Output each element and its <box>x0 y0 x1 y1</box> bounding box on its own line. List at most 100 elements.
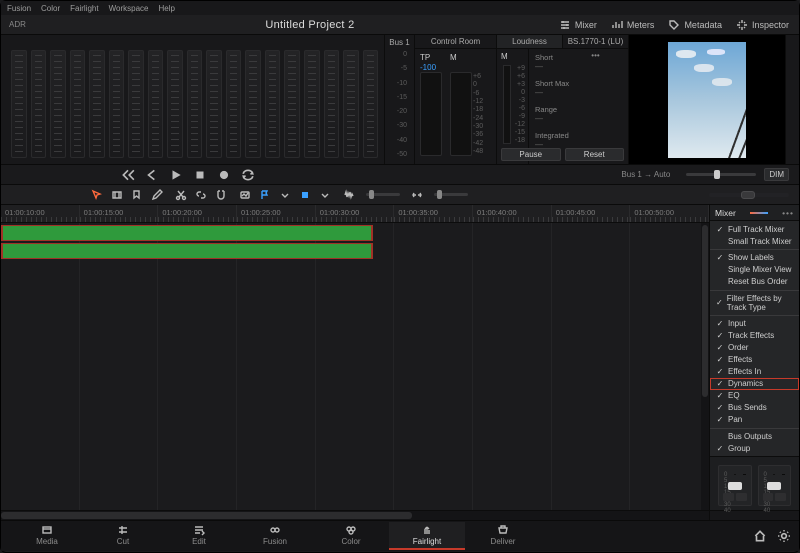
mixer-menu-track-effects[interactable]: ✓Track Effects <box>710 330 799 342</box>
loudness-standard[interactable]: BS.1770-1 (LU) ••• <box>563 35 628 48</box>
timeline-h-scrollbar[interactable] <box>1 510 709 520</box>
mixer-menu-pan[interactable]: ✓Pan <box>710 414 799 426</box>
mixer-menu-eq[interactable]: ✓EQ <box>710 390 799 402</box>
timeline[interactable]: 01:00:10:0001:00:15:0001:00:20:0001:00:2… <box>1 205 709 520</box>
stop-button[interactable] <box>193 168 207 182</box>
page-tab-edit[interactable]: Edit <box>161 522 237 550</box>
timecode-cell[interactable]: 01:00:15:00 <box>80 205 159 222</box>
loop-button[interactable] <box>241 168 255 182</box>
loud-stat-short: Short— <box>535 53 622 71</box>
timecode-cell[interactable]: 01:00:20:00 <box>158 205 237 222</box>
timeline-overview-scroll[interactable] <box>709 193 789 197</box>
loud-stat-range: Range— <box>535 105 622 123</box>
menu-help[interactable]: Help <box>158 4 174 13</box>
expand-icon[interactable] <box>411 189 423 201</box>
timeline-v-scrollbar[interactable] <box>701 223 709 510</box>
channel-strip-2[interactable]: 051015203040 <box>758 465 792 506</box>
timecode-cell[interactable]: 01:00:30:00 <box>316 205 395 222</box>
page-tab-cut[interactable]: Cut <box>85 522 161 550</box>
chevron-down-icon[interactable] <box>279 189 291 201</box>
tp-label: TP <box>420 53 430 62</box>
preview-side-scroll[interactable] <box>785 35 799 164</box>
timecode-cell[interactable]: 01:00:50:00 <box>630 205 709 222</box>
mixer-toggle[interactable]: Mixer <box>559 19 597 31</box>
timecode-cell[interactable]: 01:00:40:00 <box>473 205 552 222</box>
mixer-menu-filter-effects-by-track-type[interactable]: ✓Filter Effects by Track Type <box>710 290 799 314</box>
timecode-cell[interactable]: 01:00:25:00 <box>237 205 316 222</box>
snap-tool[interactable] <box>215 189 227 201</box>
channel-strip-1[interactable]: 051015203040 <box>718 465 752 506</box>
mixer-menu-effects-in[interactable]: ✓Effects In <box>710 366 799 378</box>
menu-workspace[interactable]: Workspace <box>109 4 149 13</box>
page-tab-fairlight[interactable]: Fairlight <box>389 522 465 550</box>
check-icon: ✓ <box>716 403 724 412</box>
mixer-menu-dynamics[interactable]: ✓Dynamics <box>710 378 799 390</box>
mixer-menu-bus-outputs[interactable]: Bus Outputs <box>710 428 799 443</box>
mixer-options-icon[interactable]: ••• <box>782 208 794 218</box>
video-preview[interactable] <box>629 35 785 164</box>
loudness-pause-button[interactable]: Pause <box>501 148 561 161</box>
menu-fusion[interactable]: Fusion <box>7 4 31 13</box>
range-tool[interactable] <box>111 189 123 201</box>
chevron-down-icon-2[interactable] <box>319 189 331 201</box>
monitor-select[interactable]: Bus 1 → Auto <box>621 170 670 179</box>
timecode-cell[interactable]: 01:00:10:00 <box>1 205 80 222</box>
track-meter <box>363 50 379 158</box>
transient-tool[interactable] <box>343 189 355 201</box>
zoom-slider-1[interactable] <box>366 193 400 196</box>
mixer-menu-order[interactable]: ✓Order <box>710 342 799 354</box>
volume-slider[interactable] <box>686 173 756 176</box>
mixer-menu-small-track-mixer[interactable]: Small Track Mixer <box>710 235 799 247</box>
fader-1[interactable] <box>728 482 742 490</box>
square-blue[interactable] <box>299 189 311 201</box>
check-icon: ✓ <box>716 355 724 364</box>
audio-clip-1[interactable] <box>1 225 373 241</box>
mixer-menu-input[interactable]: ✓Input <box>710 315 799 330</box>
cut-tool[interactable] <box>175 189 187 201</box>
mixer-menu-effects[interactable]: ✓Effects <box>710 354 799 366</box>
page-tab-fusion[interactable]: Fusion <box>237 522 313 550</box>
page-tab-deliver[interactable]: Deliver <box>465 522 541 550</box>
dim-button[interactable]: DIM <box>764 168 789 181</box>
audio-clip-2[interactable] <box>1 243 373 259</box>
mixer-menu-group[interactable]: ✓Group <box>710 442 799 454</box>
meters-toggle[interactable]: Meters <box>611 19 655 31</box>
adr-label[interactable]: ADR <box>1 20 61 29</box>
fairlight-icon <box>421 524 433 536</box>
menu-fairlight[interactable]: Fairlight <box>70 4 98 13</box>
rewind-button[interactable] <box>121 168 135 182</box>
mixer-menu-reset-bus-order[interactable]: Reset Bus Order <box>710 276 799 288</box>
mixer-menu-full-track-mixer[interactable]: ✓Full Track Mixer <box>710 223 799 235</box>
check-icon: ✓ <box>716 298 723 307</box>
pointer-tool[interactable] <box>91 189 103 201</box>
tracks[interactable] <box>1 223 709 520</box>
link-tool[interactable] <box>195 189 207 201</box>
page-tabs: MediaCutEditFusionColorFairlightDeliver <box>1 521 799 551</box>
fader-2[interactable] <box>767 482 781 490</box>
zoom-slider-2[interactable] <box>434 193 468 196</box>
settings-gear-icon[interactable] <box>777 529 791 543</box>
marker-tool[interactable] <box>131 189 143 201</box>
metadata-toggle[interactable]: Metadata <box>668 19 722 31</box>
timecode-cell[interactable]: 01:00:35:00 <box>394 205 473 222</box>
page-tab-color[interactable]: Color <box>313 522 389 550</box>
timecode-cell[interactable]: 01:00:45:00 <box>552 205 631 222</box>
automation-tool[interactable] <box>239 189 251 201</box>
pencil-tool[interactable] <box>151 189 163 201</box>
mixer-menu-bus-sends[interactable]: ✓Bus Sends <box>710 402 799 414</box>
timecode-ruler[interactable]: 01:00:10:0001:00:15:0001:00:20:0001:00:2… <box>1 205 709 223</box>
inspector-toggle[interactable]: Inspector <box>736 19 789 31</box>
mixer-menu-single-mixer-view[interactable]: Single Mixer View <box>710 264 799 276</box>
flag-blue[interactable] <box>259 189 271 201</box>
prev-frame-button[interactable] <box>145 168 159 182</box>
mixer-context-menu: ✓Full Track MixerSmall Track Mixer ✓Show … <box>710 221 799 457</box>
track-meter <box>226 50 242 158</box>
home-icon[interactable] <box>753 529 767 543</box>
page-tab-media[interactable]: Media <box>9 522 85 550</box>
play-button[interactable] <box>169 168 183 182</box>
menu-color[interactable]: Color <box>41 4 60 13</box>
loudness-tab[interactable]: Loudness <box>497 35 563 48</box>
mixer-menu-show-labels[interactable]: ✓Show Labels <box>710 249 799 264</box>
loudness-reset-button[interactable]: Reset <box>565 148 625 161</box>
record-button[interactable] <box>217 168 231 182</box>
